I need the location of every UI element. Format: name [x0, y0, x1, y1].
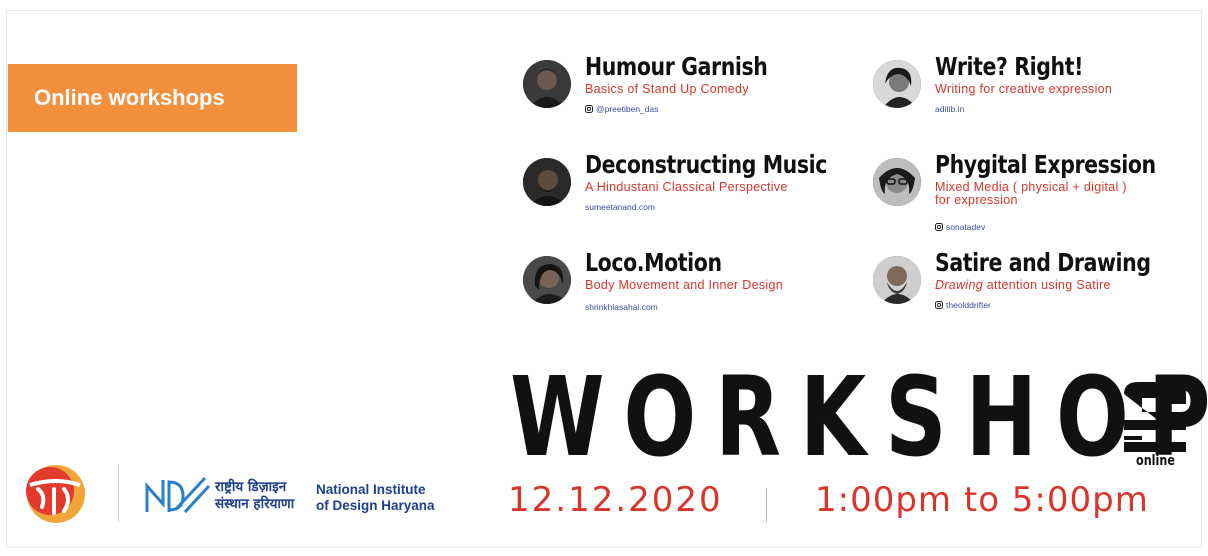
event-date: 12.12.2020: [508, 480, 723, 520]
nid-hindi-line-2: संस्थान हरियाणा: [215, 496, 295, 512]
workshop-handle[interactable]: shrinkhlasahai.com: [585, 302, 658, 312]
nid-hindi-line-1: राष्ट्रीय डिज़ाइन: [215, 479, 287, 495]
workshop-handle[interactable]: sumeetanand.com: [585, 202, 655, 212]
workshop-title: Write? Right!: [935, 52, 1084, 81]
instagram-icon: [935, 301, 943, 309]
workshop-subtitle: Mixed Media ( physical + digital ) for e…: [935, 181, 1127, 207]
handle-text: sonatadev: [946, 222, 986, 232]
nid-english-name: National Institute of Design Haryana: [316, 482, 435, 514]
workshop-subtitle: Body Movement and Inner Design: [585, 278, 783, 292]
nid-hindi-name: राष्ट्रीय डिज़ाइन संस्थान हरियाणा: [215, 479, 294, 513]
workshop-title: Phygital Expression: [935, 150, 1156, 179]
subtitle-italic: Drawing: [935, 278, 983, 292]
workshop-handle[interactable]: aditib.in: [935, 104, 964, 114]
tag-label: Online workshops: [34, 85, 225, 110]
workshop-handle[interactable]: @preetiben_das: [585, 104, 659, 114]
nid-logo: [145, 476, 211, 514]
logo-divider: [118, 464, 119, 522]
avatar: [873, 60, 921, 108]
workshop-subtitle: Writing for creative expression: [935, 82, 1113, 96]
workshop-subtitle: A Hindustani Classical Perspective: [585, 180, 788, 194]
workshop-title: Deconstructing Music: [585, 150, 828, 179]
event-time: 1:00pm to 5:00pm: [815, 480, 1149, 520]
s-letter: S: [1120, 425, 1121, 427]
date-time-divider: [766, 488, 767, 522]
nid-english-line-1: National Institute: [316, 482, 426, 497]
online-label: online: [1136, 453, 1175, 469]
handle-text: theolddrifter: [946, 300, 991, 310]
workshop-handle[interactable]: theolddrifter: [935, 300, 991, 310]
avatar: [523, 158, 571, 206]
avatar: [523, 60, 571, 108]
workshop-title: Satire and Drawing: [935, 248, 1151, 277]
subtitle-rest: attention using Satire: [982, 278, 1111, 292]
instagram-icon: [585, 105, 593, 113]
handle-text: @preetiben_das: [596, 104, 659, 114]
avatar: [873, 256, 921, 304]
avatar: [873, 158, 921, 206]
workshops-heading: WORKSHOP: [510, 353, 1208, 481]
handle-text: shrinkhlasahai.com: [585, 302, 658, 312]
aaroh-logo: [26, 465, 85, 523]
instagram-icon: [935, 223, 943, 231]
handle-text: aditib.in: [935, 104, 965, 114]
workshop-subtitle: Drawing attention using Satire: [935, 279, 1111, 292]
nid-english-line-2: of Design Haryana: [316, 498, 435, 513]
workshop-subtitle: Basics of Stand Up Comedy: [585, 82, 749, 96]
workshop-title: Humour Garnish: [585, 52, 768, 81]
online-workshops-tag: Online workshops: [8, 64, 297, 132]
workshop-handle[interactable]: sonatadev: [935, 222, 985, 232]
workshop-title: Loco.Motion: [585, 248, 722, 277]
avatar: [523, 256, 571, 304]
subtitle-line-2: for expression: [935, 193, 1018, 207]
handle-text: sumeetanand.com: [585, 202, 655, 212]
